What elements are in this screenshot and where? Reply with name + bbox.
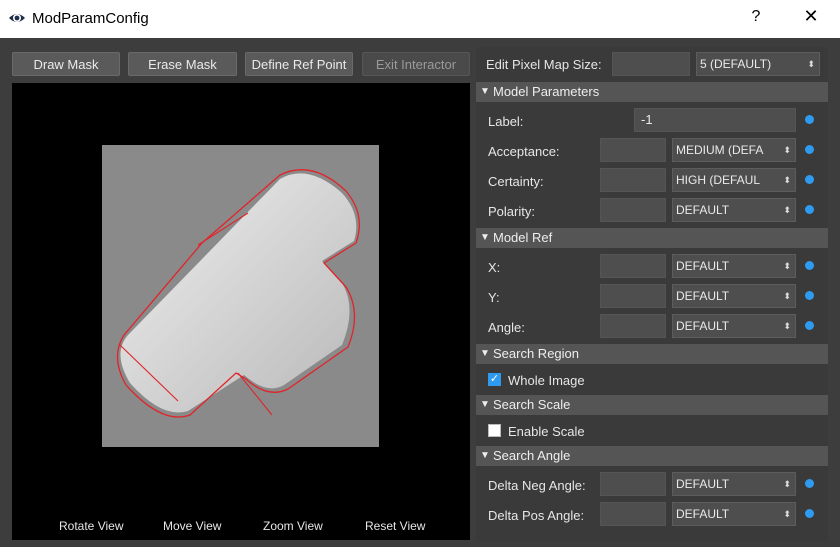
model-ref-title: Model Ref: [493, 230, 553, 245]
spinner-icon: ⬍: [783, 175, 791, 185]
delta-pos-angle-selected: DEFAULT: [676, 507, 730, 521]
delta-neg-angle-selected: DEFAULT: [676, 477, 730, 491]
acceptance-select[interactable]: MEDIUM (DEFA ⬍: [672, 138, 796, 162]
spinner-icon: ⬍: [783, 261, 791, 271]
title-bar: ModParamConfig ? ✕: [0, 0, 840, 38]
certainty-input[interactable]: [600, 168, 666, 192]
collapse-triangle-icon: ▼: [480, 399, 490, 410]
certainty-label: Certainty:: [488, 174, 544, 189]
move-view-link[interactable]: Move View: [163, 519, 221, 533]
enable-scale-checkbox[interactable]: [488, 424, 501, 437]
exit-interactor-button[interactable]: Exit Interactor: [362, 52, 470, 76]
collapse-triangle-icon: ▼: [480, 232, 490, 243]
spinner-icon: ⬍: [783, 145, 791, 155]
collapse-triangle-icon: ▼: [480, 348, 490, 359]
window-title: ModParamConfig: [32, 10, 149, 27]
angle-label: Angle:: [488, 320, 525, 335]
acceptance-status-dot: [805, 145, 814, 154]
delta-neg-angle-select[interactable]: DEFAULT ⬍: [672, 472, 796, 496]
help-button[interactable]: ?: [746, 8, 766, 26]
y-select[interactable]: DEFAULT ⬍: [672, 284, 796, 308]
delta-pos-angle-input[interactable]: [600, 502, 666, 526]
whole-image-label: Whole Image: [508, 373, 585, 388]
rotate-view-link[interactable]: Rotate View: [59, 519, 123, 533]
search-scale-header[interactable]: ▼ Search Scale: [476, 395, 828, 415]
pixel-map-label: Edit Pixel Map Size:: [486, 57, 602, 72]
spinner-icon: ⬍: [783, 321, 791, 331]
y-status-dot: [805, 291, 814, 300]
certainty-select[interactable]: HIGH (DEFAUL ⬍: [672, 168, 796, 192]
angle-input[interactable]: [600, 314, 666, 338]
search-region-title: Search Region: [493, 346, 579, 361]
define-ref-point-button[interactable]: Define Ref Point: [245, 52, 353, 76]
zoom-view-link[interactable]: Zoom View: [263, 519, 323, 533]
x-label: X:: [488, 260, 501, 275]
part-image: [102, 145, 379, 447]
y-label: Y:: [488, 290, 500, 305]
delta-neg-angle-input[interactable]: [600, 472, 666, 496]
model-parameters-header[interactable]: ▼ Model Parameters: [476, 82, 828, 102]
x-input[interactable]: [600, 254, 666, 278]
polarity-status-dot: [805, 205, 814, 214]
draw-mask-button[interactable]: Draw Mask: [12, 52, 120, 76]
spinner-icon: ⬍: [783, 479, 791, 489]
collapse-triangle-icon: ▼: [480, 86, 490, 97]
enable-scale-label: Enable Scale: [508, 424, 585, 439]
delta-pos-angle-select[interactable]: DEFAULT ⬍: [672, 502, 796, 526]
delta-neg-angle-label: Delta Neg Angle:: [488, 478, 586, 493]
search-region-header[interactable]: ▼ Search Region: [476, 344, 828, 364]
pixel-map-input[interactable]: [612, 52, 690, 76]
certainty-status-dot: [805, 175, 814, 184]
pixel-map-selected: 5 (DEFAULT): [700, 57, 772, 71]
polarity-input[interactable]: [600, 198, 666, 222]
app-eye-icon: [9, 14, 25, 22]
label-label: Label:: [488, 114, 524, 129]
reset-view-link[interactable]: Reset View: [365, 519, 425, 533]
image-viewer[interactable]: [12, 83, 470, 540]
label-status-dot: [805, 115, 814, 124]
x-selected: DEFAULT: [676, 259, 730, 273]
search-angle-title: Search Angle: [493, 448, 571, 463]
model-ref-header[interactable]: ▼ Model Ref: [476, 228, 828, 248]
delta-pos-angle-label: Delta Pos Angle:: [488, 508, 585, 523]
search-scale-title: Search Scale: [493, 397, 571, 412]
model-parameters-title: Model Parameters: [493, 84, 600, 99]
search-angle-header[interactable]: ▼ Search Angle: [476, 446, 828, 466]
angle-selected: DEFAULT: [676, 319, 730, 333]
delta-neg-angle-status-dot: [805, 479, 814, 488]
acceptance-label: Acceptance:: [488, 144, 560, 159]
spinner-icon: ⬍: [783, 291, 791, 301]
whole-image-checkbox[interactable]: ✓: [488, 373, 501, 386]
x-status-dot: [805, 261, 814, 270]
spinner-icon: ⬍: [783, 509, 791, 519]
close-button[interactable]: ✕: [800, 6, 822, 27]
polarity-label: Polarity:: [488, 204, 535, 219]
x-select[interactable]: DEFAULT ⬍: [672, 254, 796, 278]
label-input[interactable]: -1: [634, 108, 796, 132]
acceptance-selected: MEDIUM (DEFA: [676, 143, 764, 157]
spinner-icon: ⬍: [783, 205, 791, 215]
delta-pos-angle-status-dot: [805, 509, 814, 518]
y-input[interactable]: [600, 284, 666, 308]
y-selected: DEFAULT: [676, 289, 730, 303]
pixel-map-select[interactable]: 5 (DEFAULT) ⬍: [696, 52, 820, 76]
chevron-updown-icon: ⬍: [807, 59, 815, 69]
angle-select[interactable]: DEFAULT ⬍: [672, 314, 796, 338]
angle-status-dot: [805, 321, 814, 330]
certainty-selected: HIGH (DEFAUL: [676, 173, 761, 187]
acceptance-input[interactable]: [600, 138, 666, 162]
erase-mask-button[interactable]: Erase Mask: [128, 52, 237, 76]
polarity-selected: DEFAULT: [676, 203, 730, 217]
polarity-select[interactable]: DEFAULT ⬍: [672, 198, 796, 222]
collapse-triangle-icon: ▼: [480, 450, 490, 461]
